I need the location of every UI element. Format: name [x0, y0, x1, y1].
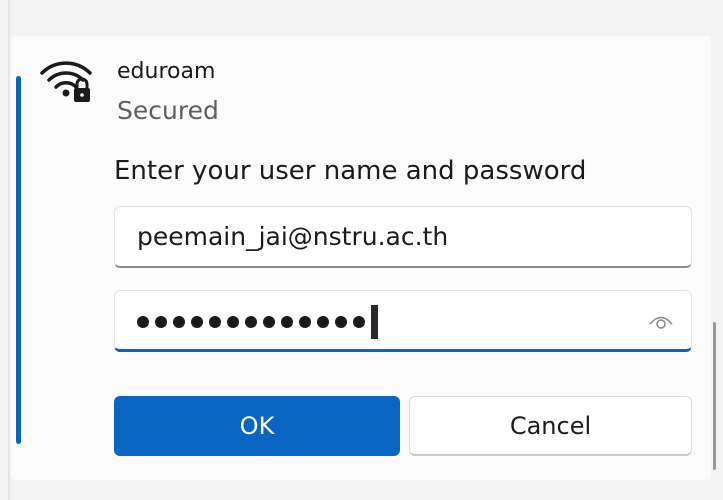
password-mask-dot	[191, 316, 203, 328]
password-mask-dot	[137, 316, 149, 328]
password-mask-dot	[227, 316, 239, 328]
password-mask-dot	[317, 316, 329, 328]
credentials-prompt: Enter your user name and password	[114, 156, 587, 186]
scrollbar[interactable]	[713, 322, 716, 470]
ok-button[interactable]: OK	[114, 396, 400, 456]
wifi-credentials-dialog: eduroam Secured Enter your user name and…	[0, 0, 723, 500]
password-mask-dot	[155, 316, 167, 328]
text-caret	[371, 305, 378, 339]
password-mask-dot	[353, 316, 365, 328]
username-field[interactable]: peemain_jai@nstru.ac.th	[114, 206, 692, 268]
password-mask	[137, 305, 378, 339]
password-mask-dot	[263, 316, 275, 328]
window-edge	[8, 0, 10, 500]
password-field[interactable]	[114, 290, 692, 352]
password-mask-dot	[281, 316, 293, 328]
cancel-button[interactable]: Cancel	[409, 396, 692, 456]
eye-icon[interactable]	[647, 307, 675, 335]
password-mask-dot	[173, 316, 185, 328]
selected-accent-bar	[16, 76, 21, 444]
network-status: Secured	[117, 96, 219, 125]
panel-top-strip	[11, 0, 723, 36]
network-name: eduroam	[117, 59, 216, 84]
username-value: peemain_jai@nstru.ac.th	[137, 222, 449, 251]
password-mask-dot	[209, 316, 221, 328]
password-mask-dot	[245, 316, 257, 328]
password-mask-dot	[335, 316, 347, 328]
wifi-lock-icon	[40, 61, 92, 102]
password-mask-dot	[299, 316, 311, 328]
